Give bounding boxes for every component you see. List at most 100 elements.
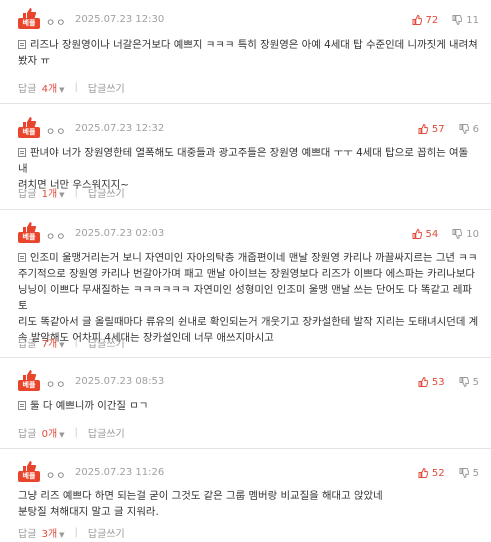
comment-text-line: 분탕질 쳐해대지 말고 글 지워라. [18,506,159,518]
reply-toggle[interactable]: 답글 7개 ▼ [18,335,65,350]
chevron-down-icon: ▼ [59,531,65,539]
memo-icon [18,401,26,410]
comment-footer: 답글 4개 ▼ | 답글쓰기 [18,80,125,95]
comment-body: 둘 다 예쁘니까 이간질 ㅁㄱ [18,398,479,414]
thumbs-down-icon [459,124,469,134]
comment-text-line: 봤자 ㅠ [18,55,50,67]
comment-header: 베플 ㅇㅇ 2025.07.23 02:03 54 10 [18,222,479,246]
author-nickname[interactable]: ㅇㅇ [46,228,66,243]
divider: | [74,527,78,538]
thumbs-up-icon [418,468,428,478]
comment-item: 베플 ㅇㅇ 2025.07.23 12:30 72 11 리즈나 장원영이나 너… [0,0,491,104]
reply-count: 7개 [41,339,58,350]
best-badge-label: 베플 [18,232,40,243]
author-nickname[interactable]: ㅇㅇ [46,376,66,391]
downvote-button[interactable]: 6 [459,124,479,135]
reply-label: 답글 [18,84,37,95]
downvote-count: 5 [472,467,479,479]
thumbs-down-icon [452,229,463,239]
best-comment-badge: 베플 [18,222,40,246]
comment-footer: 답글 3개 ▼ | 답글쓰기 [18,525,125,540]
upvote-button[interactable]: 53 [418,377,445,388]
upvote-button[interactable]: 52 [418,468,445,479]
downvote-button[interactable]: 11 [452,15,479,26]
thumbs-down-icon [459,468,469,478]
best-comment-badge: 베플 [18,370,40,394]
comment-footer: 답글 1개 ▼ | 답글쓰기 [18,185,125,200]
vote-area: 57 6 [418,122,479,136]
reply-label: 답글 [18,189,37,200]
thumbs-down-icon [459,377,469,387]
comment-header: 베플 ㅇㅇ 2025.07.23 12:32 57 6 [18,117,479,141]
author-nickname[interactable]: ㅇㅇ [46,14,66,29]
best-badge-label: 베플 [18,380,40,391]
downvote-button[interactable]: 5 [459,468,479,479]
comment-footer: 답글 0개 ▼ | 답글쓰기 [18,425,125,440]
upvote-button[interactable]: 57 [418,124,445,135]
chevron-down-icon: ▼ [59,86,65,94]
best-comment-badge: 베플 [18,461,40,485]
reply-toggle[interactable]: 답글 3개 ▼ [18,525,65,540]
comment-header: 베플 ㅇㅇ 2025.07.23 11:26 52 5 [18,461,479,485]
chevron-down-icon: ▼ [59,191,65,199]
comment-text-line: 그냥 리즈 예쁘다 하면 되는걸 굳이 그것도 같은 그룹 멤버랑 비교질을 해… [18,490,383,502]
author-nickname[interactable]: ㅇㅇ [46,123,66,138]
comment-header: 베플 ㅇㅇ 2025.07.23 08:53 53 5 [18,370,479,394]
upvote-count: 53 [431,376,445,388]
reply-label: 답글 [18,529,37,540]
write-reply-link[interactable]: 답글쓰기 [88,185,125,200]
downvote-button[interactable]: 5 [459,377,479,388]
comment-item: 베플 ㅇㅇ 2025.07.23 02:03 54 10 인조미 울맹거리는거 … [0,210,491,358]
upvote-button[interactable]: 72 [412,14,439,26]
comment-date: 2025.07.23 02:03 [75,228,165,239]
vote-area: 52 5 [418,466,479,480]
reply-label: 답글 [18,339,37,350]
upvote-count: 57 [431,123,445,135]
divider: | [74,82,78,93]
upvote-count: 54 [425,228,439,240]
comment-text-line: 닝닝이 이쁘다 무새질하는 ㅋㅋㅋㅋㅋㅋ 자연미인 성형미인 인조미 울맹 맨날… [18,284,472,312]
comment-date: 2025.07.23 11:26 [75,467,165,478]
reply-toggle[interactable]: 답글 4개 ▼ [18,80,65,95]
downvote-count: 11 [466,14,479,26]
chevron-down-icon: ▼ [59,431,65,439]
comment-text-line: 둘 다 예쁘니까 이간질 ㅁㄱ [30,400,149,412]
best-comment-badge: 베플 [18,117,40,141]
divider: | [74,337,78,348]
comment-text-line: 리즈나 장원영이나 너갈은거보다 예쁘지 ㅋㅋㅋ 특히 장원영은 아예 4세대 … [30,39,478,51]
best-badge-label: 베플 [18,127,40,138]
thumbs-up-icon [412,15,422,25]
comment-text-line: 판녀야 너가 장원영한테 열폭해도 대중들과 광고주들은 장원영 예쁘대 ㅜㅜ … [18,147,469,175]
upvote-count: 72 [425,14,439,26]
reply-toggle[interactable]: 답글 1개 ▼ [18,185,65,200]
write-reply-link[interactable]: 답글쓰기 [88,425,125,440]
divider: | [74,187,78,198]
write-reply-link[interactable]: 답글쓰기 [88,335,125,350]
reply-toggle[interactable]: 답글 0개 ▼ [18,425,65,440]
best-comment-badge: 베플 [18,8,40,32]
downvote-button[interactable]: 10 [452,229,479,240]
comment-item: 베플 ㅇㅇ 2025.07.23 11:26 52 5 그냥 리즈 예쁘다 하면… [0,449,491,542]
comment-text-line: 주기적으로 장원영 카리나 번갈아가며 패고 맨날 아이브는 장원영보다 리즈가… [18,268,475,280]
comment-date: 2025.07.23 12:30 [75,14,165,25]
comment-text-line: 인조미 울맹거리는거 보니 자연미인 자아의탁층 개줍편이네 맨날 장원영 카리… [30,252,478,264]
write-reply-link[interactable]: 답글쓰기 [88,525,125,540]
downvote-count: 10 [466,228,479,240]
reply-count: 1개 [41,189,58,200]
comment-date: 2025.07.23 12:32 [75,123,165,134]
comment-footer: 답글 7개 ▼ | 답글쓰기 [18,335,125,350]
memo-icon [18,148,26,157]
memo-icon [18,253,26,262]
chevron-down-icon: ▼ [59,341,65,349]
reply-count: 0개 [41,429,58,440]
comment-body: 그냥 리즈 예쁘다 하면 되는걸 굳이 그것도 같은 그룹 멤버랑 비교질을 해… [18,488,479,520]
downvote-count: 6 [472,123,479,135]
reply-count: 3개 [41,529,58,540]
write-reply-link[interactable]: 답글쓰기 [88,80,125,95]
author-nickname[interactable]: ㅇㅇ [46,467,66,482]
comment-item: 베플 ㅇㅇ 2025.07.23 08:53 53 5 둘 다 예쁘니까 이간질… [0,358,491,449]
comment-date: 2025.07.23 08:53 [75,376,165,387]
upvote-count: 52 [431,467,445,479]
upvote-button[interactable]: 54 [412,228,439,240]
comment-item: 베플 ㅇㅇ 2025.07.23 12:32 57 6 판녀야 너가 장원영한테… [0,104,491,210]
